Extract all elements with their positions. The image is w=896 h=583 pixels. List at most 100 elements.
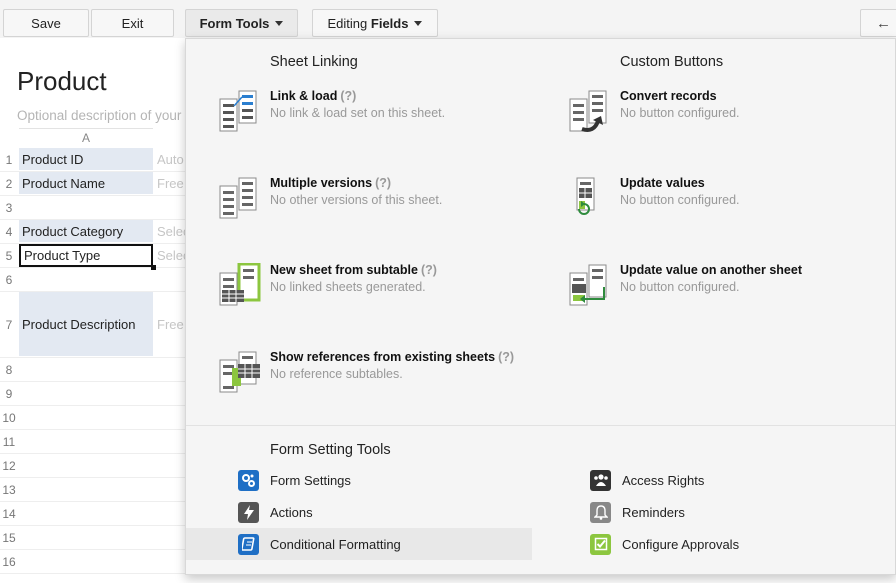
row-number: 9	[5, 387, 13, 401]
back-button[interactable]: ←	[860, 9, 896, 37]
link-load-status: No link & load set on this sheet.	[270, 106, 446, 120]
field-value-cell[interactable]: Selec	[154, 220, 185, 243]
field-value-cell[interactable]: Auto	[154, 148, 185, 171]
notebook-icon	[238, 533, 259, 555]
form-tools-dropdown: Sheet Linking Custom Buttons Link & load…	[185, 38, 896, 575]
reminders-link[interactable]: Reminders	[590, 496, 880, 528]
access-rights-label: Access Rights	[622, 472, 705, 488]
row-number: 4	[5, 225, 13, 239]
update-another-sheet-status: No button configured.	[620, 280, 740, 294]
editing-prefix-label: Editing	[327, 15, 368, 31]
update-values-icon	[568, 176, 614, 220]
form-tools-label: Form Tools	[199, 15, 270, 31]
conditional-formatting-link[interactable]: Conditional Formatting	[186, 528, 532, 560]
bell-icon	[590, 501, 611, 523]
row-divider	[0, 477, 185, 478]
column-header-a[interactable]: A	[19, 128, 153, 147]
row-divider	[0, 429, 185, 430]
gears-icon	[238, 469, 259, 491]
row-number: 2	[5, 177, 13, 191]
row-divider	[0, 573, 185, 574]
form-tools-button[interactable]: Form Tools	[185, 9, 298, 37]
checkbox-icon	[590, 533, 611, 555]
form-settings-label: Form Settings	[270, 472, 351, 488]
help-link[interactable]: (?)	[375, 176, 391, 190]
multiple-versions-name: Multiple versions	[270, 176, 373, 190]
references-status: No reference subtables.	[270, 367, 403, 381]
row-divider	[0, 357, 185, 358]
row-number: 8	[5, 363, 13, 377]
row-number: 14	[2, 507, 16, 521]
field-label-cell[interactable]: Product Description	[19, 292, 153, 357]
exit-button[interactable]: Exit	[91, 9, 174, 37]
field-label-cell[interactable]: Product ID	[19, 148, 153, 171]
convert-records-icon	[568, 89, 614, 133]
field-value-cell[interactable]: Selec	[154, 244, 185, 267]
reminders-label: Reminders	[622, 504, 685, 520]
convert-records-name: Convert records	[620, 89, 717, 103]
save-button[interactable]: Save	[3, 9, 89, 37]
custom-buttons-heading: Custom Buttons	[620, 54, 724, 70]
arrow-left-icon: ←	[876, 14, 891, 32]
field-label-cell[interactable]: Product Name	[19, 172, 153, 195]
references-icon	[218, 350, 264, 394]
field-value-cell[interactable]: Free	[154, 172, 185, 195]
row-number: 1	[5, 153, 13, 167]
section-divider	[186, 425, 895, 426]
field-label-cell[interactable]: Product Category	[19, 220, 153, 243]
chevron-down-icon	[414, 20, 423, 26]
multiple-versions-icon	[218, 176, 264, 220]
form-title: Product	[17, 66, 107, 96]
field-label-cell[interactable]: Product Type	[19, 244, 153, 267]
row-number: 11	[2, 435, 16, 449]
subtable-sheet-status: No linked sheets generated.	[270, 280, 426, 294]
row-divider	[0, 501, 185, 502]
actions-label: Actions	[270, 504, 313, 520]
help-link[interactable]: (?)	[421, 263, 437, 277]
lightning-icon	[238, 501, 259, 523]
form-setting-tools-heading: Form Setting Tools	[270, 442, 391, 458]
multiple-versions-status: No other versions of this sheet.	[270, 193, 443, 207]
configure-approvals-link[interactable]: Configure Approvals	[590, 528, 880, 560]
row-number: 3	[5, 201, 13, 215]
subtable-sheet-icon	[218, 262, 264, 307]
app-window: Save Exit Form Tools Editing Fields ← Pr…	[0, 0, 896, 583]
access-rights-link[interactable]: Access Rights	[590, 464, 880, 496]
row-divider	[0, 453, 185, 454]
chevron-down-icon	[275, 20, 284, 26]
row-number: 10	[2, 411, 16, 425]
row-number: 16	[2, 555, 16, 569]
editing-fields-label: Fields	[370, 15, 409, 31]
row-divider	[0, 525, 185, 526]
update-values-name: Update values	[620, 176, 705, 190]
help-link[interactable]: (?)	[498, 350, 514, 364]
references-name: Show references from existing sheets	[270, 350, 496, 364]
link-load-name: Link & load	[270, 89, 338, 103]
row-divider	[0, 267, 185, 268]
editing-fields-button[interactable]: Editing Fields	[312, 9, 438, 37]
sheet-linking-heading: Sheet Linking	[270, 54, 358, 70]
fill-handle[interactable]	[151, 265, 156, 270]
subtable-sheet-name: New sheet from subtable	[270, 263, 418, 277]
save-button-label: Save	[31, 15, 61, 31]
row-number: 6	[5, 273, 13, 287]
configure-approvals-label: Configure Approvals	[622, 536, 740, 552]
row-number: 13	[2, 483, 16, 497]
row-divider	[0, 195, 185, 196]
row-number: 5	[5, 249, 13, 263]
help-link[interactable]: (?)	[340, 89, 356, 103]
actions-link[interactable]: Actions	[238, 496, 532, 528]
update-another-sheet-name: Update value on another sheet	[620, 263, 802, 277]
conditional-formatting-label: Conditional Formatting	[270, 536, 401, 552]
form-description[interactable]: Optional description of your	[17, 108, 181, 123]
toolbar: Save Exit Form Tools Editing Fields ←	[0, 0, 896, 38]
row-number: 15	[2, 531, 16, 545]
form-settings-link[interactable]: Form Settings	[238, 464, 532, 496]
row-number: 7	[5, 318, 13, 332]
update-another-sheet-icon	[568, 263, 614, 307]
convert-records-status: No button configured.	[620, 106, 740, 120]
users-icon	[590, 469, 611, 491]
link-load-icon	[218, 89, 264, 133]
update-values-status: No button configured.	[620, 193, 740, 207]
field-value-cell[interactable]: Free	[154, 292, 185, 357]
